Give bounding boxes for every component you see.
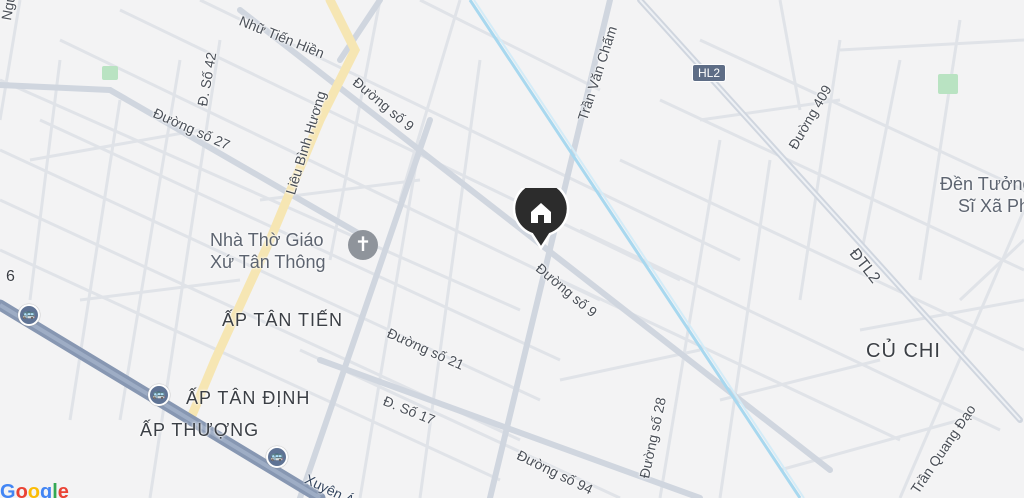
map-canvas[interactable]: Nguy Nhữ Tiến Hiền Đ. Số 42 Đường số 27 … <box>0 0 1024 498</box>
memorial-label-line2[interactable]: Sĩ Xã Ph <box>958 194 1024 218</box>
bus-stop-icon[interactable]: 🚌 <box>266 446 288 468</box>
home-pin-icon[interactable] <box>512 188 570 250</box>
area-label-ap-tan-tien: ẤP TÂN TIẾN <box>222 310 344 330</box>
bus-stop-icon[interactable]: 🚌 <box>18 304 40 326</box>
bus-stop-icon[interactable]: 🚌 <box>148 384 170 406</box>
area-label-cu-chi: CỦ CHI <box>866 340 941 362</box>
park-area <box>102 66 118 80</box>
church-label-line2[interactable]: Xứ Tân Thông <box>210 250 325 274</box>
cross-icon[interactable]: ✝ <box>348 230 378 260</box>
park-area <box>938 74 958 94</box>
google-logo: Google <box>0 481 69 498</box>
area-label-ap-thuong: ẤP THƯỢNG <box>140 420 260 440</box>
road-shield-hl2: HL2 <box>692 64 727 82</box>
area-label-ap-tan-dinh: ẤP TÂN ĐỊNH <box>186 388 311 408</box>
church-label-line1[interactable]: Nhà Thờ Giáo <box>210 228 324 252</box>
edge-number-label: 6 <box>6 268 16 285</box>
memorial-label-line1[interactable]: Đền Tưởng <box>940 172 1024 196</box>
